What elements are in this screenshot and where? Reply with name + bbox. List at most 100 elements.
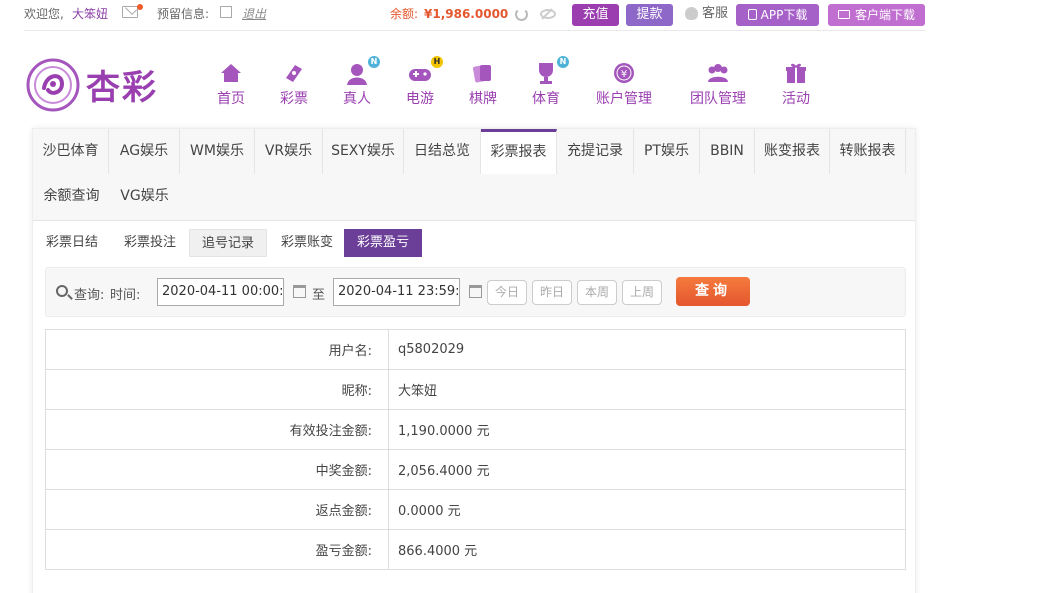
tab-pt[interactable]: PT娱乐	[634, 129, 700, 174]
nav-label: 棋牌	[469, 91, 497, 107]
calendar-icon[interactable]	[293, 285, 306, 298]
notice-label: 预留信息:	[157, 7, 210, 21]
row-value: 866.4000 元	[388, 529, 906, 570]
recharge-button[interactable]: 充值	[572, 4, 619, 26]
table-row: 盈亏金额: 866.4000 元	[45, 529, 906, 570]
tab-saba-sports[interactable]: 沙巴体育	[33, 129, 109, 174]
table-row: 用户名: q5802029	[45, 329, 906, 370]
query-filter: 查询: 时间: 2020-04-11 00:00:00 至 2020-04-11…	[45, 267, 906, 317]
nav-promotions[interactable]: 活动	[779, 60, 813, 108]
tab-deposit-withdraw[interactable]: 充提记录	[557, 129, 634, 174]
balance-value: ¥1,986.0000	[424, 7, 509, 21]
row-label: 盈亏金额:	[45, 529, 389, 570]
edit-icon[interactable]	[220, 6, 232, 18]
this-week-button[interactable]: 本周	[577, 280, 617, 305]
nav-label: 彩票	[280, 91, 308, 107]
hot-badge: H	[431, 56, 443, 68]
nav-label: 首页	[217, 91, 245, 107]
hide-balance-icon[interactable]	[540, 9, 556, 19]
nav-label: 账户管理	[596, 91, 652, 107]
row-label: 昵称:	[45, 369, 389, 410]
gamepad-icon: H	[407, 56, 443, 86]
phone-icon	[747, 9, 757, 20]
row-value: 0.0000 元	[388, 489, 906, 530]
main-nav: 首页 彩票 N 真人 H 电游 棋牌 N 体育 ¥ 账户管理 团队管理 活动	[0, 56, 1047, 110]
yesterday-button[interactable]: 昨日	[532, 280, 572, 305]
lottery-icon	[286, 65, 302, 82]
client-download-label: 客户端下载	[854, 8, 915, 22]
row-value: 大笨妞	[388, 369, 906, 410]
nav-live[interactable]: N 真人	[340, 56, 380, 108]
table-row: 中奖金额: 2,056.4000 元	[45, 449, 906, 490]
subtab-lottery-profit[interactable]: 彩票盈亏	[344, 229, 422, 257]
subtab-lottery-daily[interactable]: 彩票日结	[37, 229, 107, 257]
last-week-button[interactable]: 上周	[622, 280, 662, 305]
tab-vg[interactable]: VG娱乐	[110, 174, 179, 219]
unread-dot	[137, 4, 143, 10]
logout-link[interactable]: 退出	[242, 6, 266, 22]
nav-egame[interactable]: H 电游	[403, 56, 443, 108]
trophy-icon: N	[533, 56, 569, 86]
tab-ag[interactable]: AG娱乐	[109, 129, 180, 174]
subtab-chase-records[interactable]: 追号记录	[189, 229, 267, 257]
row-label: 返点金额:	[45, 489, 389, 530]
nav-label: 真人	[343, 91, 371, 107]
report-tabs: 沙巴体育 AG娱乐 WM娱乐 VR娱乐 SEXY娱乐 日结总览 彩票报表 充提记…	[33, 129, 915, 221]
yen-icon: ¥	[614, 63, 634, 83]
home-icon	[221, 64, 241, 82]
app-download-label: APP下载	[760, 8, 808, 22]
query-label: 查询:	[74, 288, 105, 303]
nav-account[interactable]: ¥ 账户管理	[592, 60, 656, 108]
client-download-button[interactable]: 客户端下载	[828, 4, 925, 26]
monitor-icon	[837, 10, 850, 19]
tab-balance-query[interactable]: 余额查询	[33, 174, 110, 219]
tab-lottery-report[interactable]: 彩票报表	[481, 129, 557, 174]
nav-lottery[interactable]: 彩票	[277, 60, 311, 108]
subtab-lottery-bets[interactable]: 彩票投注	[113, 229, 187, 257]
refresh-icon[interactable]	[515, 8, 528, 21]
end-time-input[interactable]: 2020-04-11 23:59:59	[333, 278, 460, 306]
username-link[interactable]: 大笨妞	[72, 6, 108, 22]
welcome-text: 欢迎您,	[24, 7, 64, 21]
topbar-divider	[24, 30, 926, 31]
nav-label: 电游	[406, 91, 434, 107]
customer-service-icon[interactable]	[685, 7, 698, 20]
tab-balance-change[interactable]: 账变报表	[755, 129, 830, 174]
tab-bbin[interactable]: BBIN	[700, 129, 755, 174]
table-row: 有效投注金额: 1,190.0000 元	[45, 409, 906, 450]
balance-label: 余额:	[390, 7, 419, 21]
search-icon	[56, 285, 68, 297]
subtab-lottery-balance[interactable]: 彩票账变	[271, 229, 343, 257]
mail-icon[interactable]	[122, 6, 138, 18]
team-icon	[708, 64, 728, 82]
nav-home[interactable]: 首页	[214, 60, 248, 108]
tab-transfer-report[interactable]: 转账报表	[830, 129, 906, 174]
today-button[interactable]: 今日	[487, 280, 527, 305]
new-badge: N	[368, 56, 380, 68]
start-time-input[interactable]: 2020-04-11 00:00:00	[157, 278, 284, 306]
search-button[interactable]: 查询	[676, 277, 750, 306]
svg-text:¥: ¥	[621, 69, 627, 80]
new-badge: N	[557, 56, 569, 68]
nav-cards[interactable]: 棋牌	[466, 60, 500, 108]
withdraw-button[interactable]: 提款	[626, 4, 673, 26]
live-dealer-icon: N	[344, 56, 380, 86]
nav-label: 活动	[782, 91, 810, 107]
table-row: 返点金额: 0.0000 元	[45, 489, 906, 530]
row-value: 2,056.4000 元	[388, 449, 906, 490]
tab-sexy[interactable]: SEXY娱乐	[323, 129, 404, 174]
customer-service-link[interactable]: 客服	[702, 6, 728, 22]
calendar-icon[interactable]	[469, 285, 482, 298]
row-value: q5802029	[388, 329, 906, 370]
app-download-button[interactable]: APP下载	[736, 4, 819, 26]
row-label: 用户名:	[45, 329, 389, 370]
tab-daily-overview[interactable]: 日结总览	[404, 129, 481, 174]
tab-vr[interactable]: VR娱乐	[255, 129, 323, 174]
nav-sports[interactable]: N 体育	[529, 56, 569, 108]
nav-team[interactable]: 团队管理	[686, 60, 750, 108]
row-label: 有效投注金额:	[45, 409, 389, 450]
tab-wm[interactable]: WM娱乐	[180, 129, 255, 174]
range-separator: 至	[312, 288, 326, 303]
report-panel: 沙巴体育 AG娱乐 WM娱乐 VR娱乐 SEXY娱乐 日结总览 彩票报表 充提记…	[32, 128, 916, 593]
row-value: 1,190.0000 元	[388, 409, 906, 450]
